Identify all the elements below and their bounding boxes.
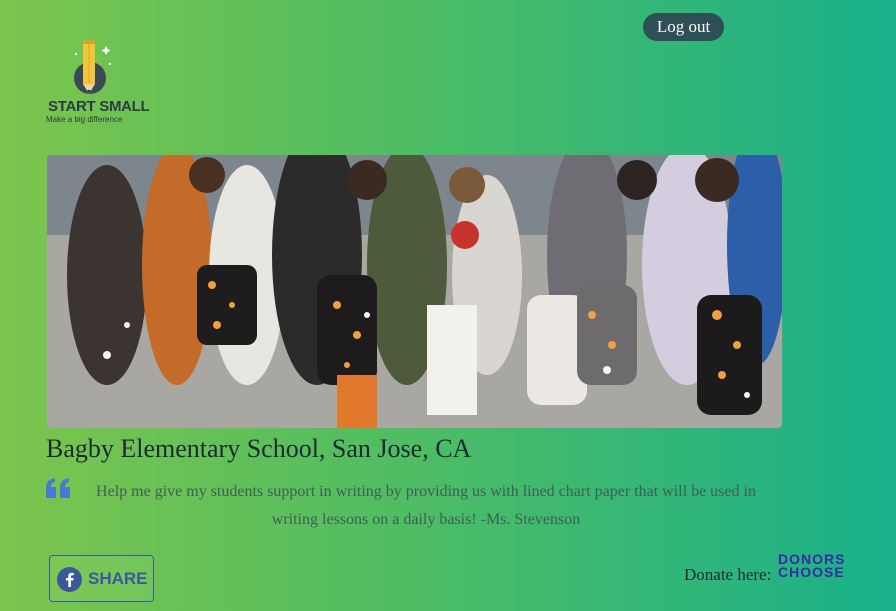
donors-logo-line2: CHOOSE	[778, 564, 845, 580]
donors-choose-link[interactable]: DONORS CHOOSE	[778, 552, 858, 581]
start-small-logo[interactable]: START SMALL Make a big difference	[44, 34, 150, 126]
quote-icon	[46, 478, 70, 498]
donate-label: Donate here:	[684, 565, 772, 584]
logout-button[interactable]: Log out	[643, 13, 724, 41]
logo-title: START SMALL	[48, 98, 150, 115]
school-event-photo	[47, 155, 782, 428]
facebook-icon	[57, 567, 82, 592]
project-photo	[47, 155, 782, 428]
project-quote: Help me give my students support in writ…	[96, 483, 756, 528]
share-label: SHARE	[88, 569, 148, 588]
facebook-share-button[interactable]: SHARE	[49, 555, 154, 602]
school-title: Bagby Elementary School, San Jose, CA	[46, 434, 472, 463]
pencil-rocket-icon	[74, 40, 111, 94]
logo-tagline: Make a big difference	[46, 115, 123, 124]
